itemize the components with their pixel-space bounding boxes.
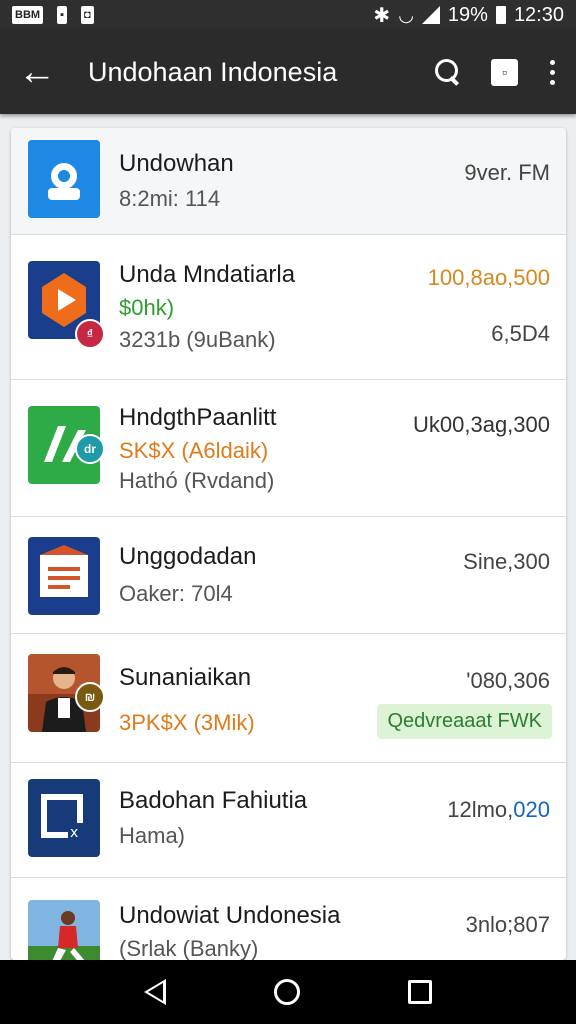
item-title: Unggodadan — [119, 543, 257, 570]
app-notification-icon: ◘ — [80, 6, 94, 24]
wifi-icon: ◡ — [398, 4, 414, 25]
nav-home-icon[interactable] — [274, 979, 300, 1005]
message-icon: ▪ — [57, 6, 67, 24]
list-item-hndgth[interactable]: dr HndgthPaanlitt SK$X (A6ldaik) Hathó (… — [11, 380, 566, 517]
item-title: Undowhan — [119, 150, 234, 177]
system-nav-bar — [0, 960, 576, 1024]
bbm-icon: BBM — [12, 6, 44, 24]
status-bar: BBM ▪ ◘ ✱ ◡ 19% 12:30 — [0, 0, 576, 30]
list-item-unggodadan[interactable]: Unggodadan Oaker: 70l4 Sine,300 — [11, 517, 566, 634]
item-subtitle: SK$X (A6ldaik) — [119, 438, 269, 463]
filter-icon[interactable]: ▫ — [491, 58, 518, 86]
item-badge-icon: ₪ — [75, 682, 105, 712]
item-amount: Sine,300 — [463, 549, 550, 574]
item-badge-icon: dr — [75, 434, 105, 464]
item-detail: 3231b (9uBank) — [119, 327, 276, 352]
status-chip: Qedvreaaat FWK — [377, 704, 552, 739]
item-title: Badohan Fahiutia — [119, 787, 308, 814]
amount-main: 12lmo, — [447, 797, 514, 822]
item-amount: '080,306 — [466, 668, 550, 693]
back-arrow-icon[interactable]: ← — [18, 53, 62, 91]
item-amount: 3nlo;807 — [465, 912, 550, 937]
item-secondary-amount: 6,5D4 — [491, 321, 550, 346]
amount-accent: 020 — [513, 797, 550, 822]
clock: 12:30 — [513, 3, 564, 26]
svg-text:x: x — [70, 825, 78, 841]
more-options-icon[interactable] — [546, 59, 558, 85]
app-bar: ← Undohaan Indonesia ▫ — [0, 30, 576, 114]
list-item-sunaniaikan[interactable]: ₪ Sunaniaikan 3PK$X (3Mik) '080,306 Qedv… — [11, 634, 566, 763]
list-item-unda[interactable]: ₫ Unda Mndatiarla $0hk) 3231b (9uBank) 1… — [11, 235, 566, 380]
item-subtitle: Oaker: 70l4 — [119, 581, 233, 606]
battery-text: 19% — [447, 3, 488, 26]
app-bar-actions: ▫ — [433, 57, 558, 87]
battery-icon — [495, 6, 506, 24]
item-amount: Uk00,3ag,300 — [413, 412, 550, 437]
list-item-undowiat[interactable]: Undowiat Undonesia (Srlak (Banky) 3nlo;8… — [11, 878, 566, 960]
item-amount: 12lmo,020 — [447, 797, 550, 823]
thumb-sport-photo — [28, 900, 100, 960]
item-subtitle: (Srlak (Banky) — [119, 936, 259, 960]
item-subtitle: Hama) — [119, 823, 186, 848]
thumb-square-logo: x — [28, 779, 100, 857]
page-title: Undohaan Indonesia — [88, 56, 338, 87]
item-amount: 100,8ao,500 — [427, 265, 550, 290]
item-title: Sunaniaikan — [119, 664, 252, 691]
list-item-badohan[interactable]: x Badohan Fahiutia Hama) 12lmo,020 — [11, 763, 566, 878]
thumb-document-logo — [28, 537, 100, 615]
nav-back-icon[interactable] — [144, 979, 166, 1005]
item-subtitle: 8:2mi: 114 — [119, 186, 221, 211]
item-title: HndgthPaanlitt — [119, 404, 277, 431]
item-detail: Hathó (Rvdand) — [119, 468, 275, 493]
item-subtitle: 3PK$X (3Mik) — [119, 710, 255, 735]
item-amount: 9ver. FM — [464, 160, 550, 185]
thumb-blue-avatar — [28, 140, 100, 218]
search-icon[interactable] — [433, 57, 463, 87]
transaction-list: Undowhan 8:2mi: 114 9ver. FM ₫ Unda Mnda… — [11, 128, 566, 960]
item-title: Unda Mndatiarla — [119, 261, 296, 288]
signal-icon — [421, 6, 440, 24]
status-right: ✱ ◡ 19% 12:30 — [373, 3, 564, 28]
item-subtitle: $0hk) — [119, 295, 175, 320]
item-badge-icon: ₫ — [75, 319, 105, 349]
bluetooth-icon: ✱ — [373, 4, 391, 27]
status-left: BBM ▪ ◘ — [12, 6, 94, 24]
nav-recents-icon[interactable] — [408, 980, 432, 1004]
list-item-undowhan[interactable]: Undowhan 8:2mi: 114 9ver. FM — [11, 128, 566, 235]
item-title: Undowiat Undonesia — [119, 902, 341, 929]
